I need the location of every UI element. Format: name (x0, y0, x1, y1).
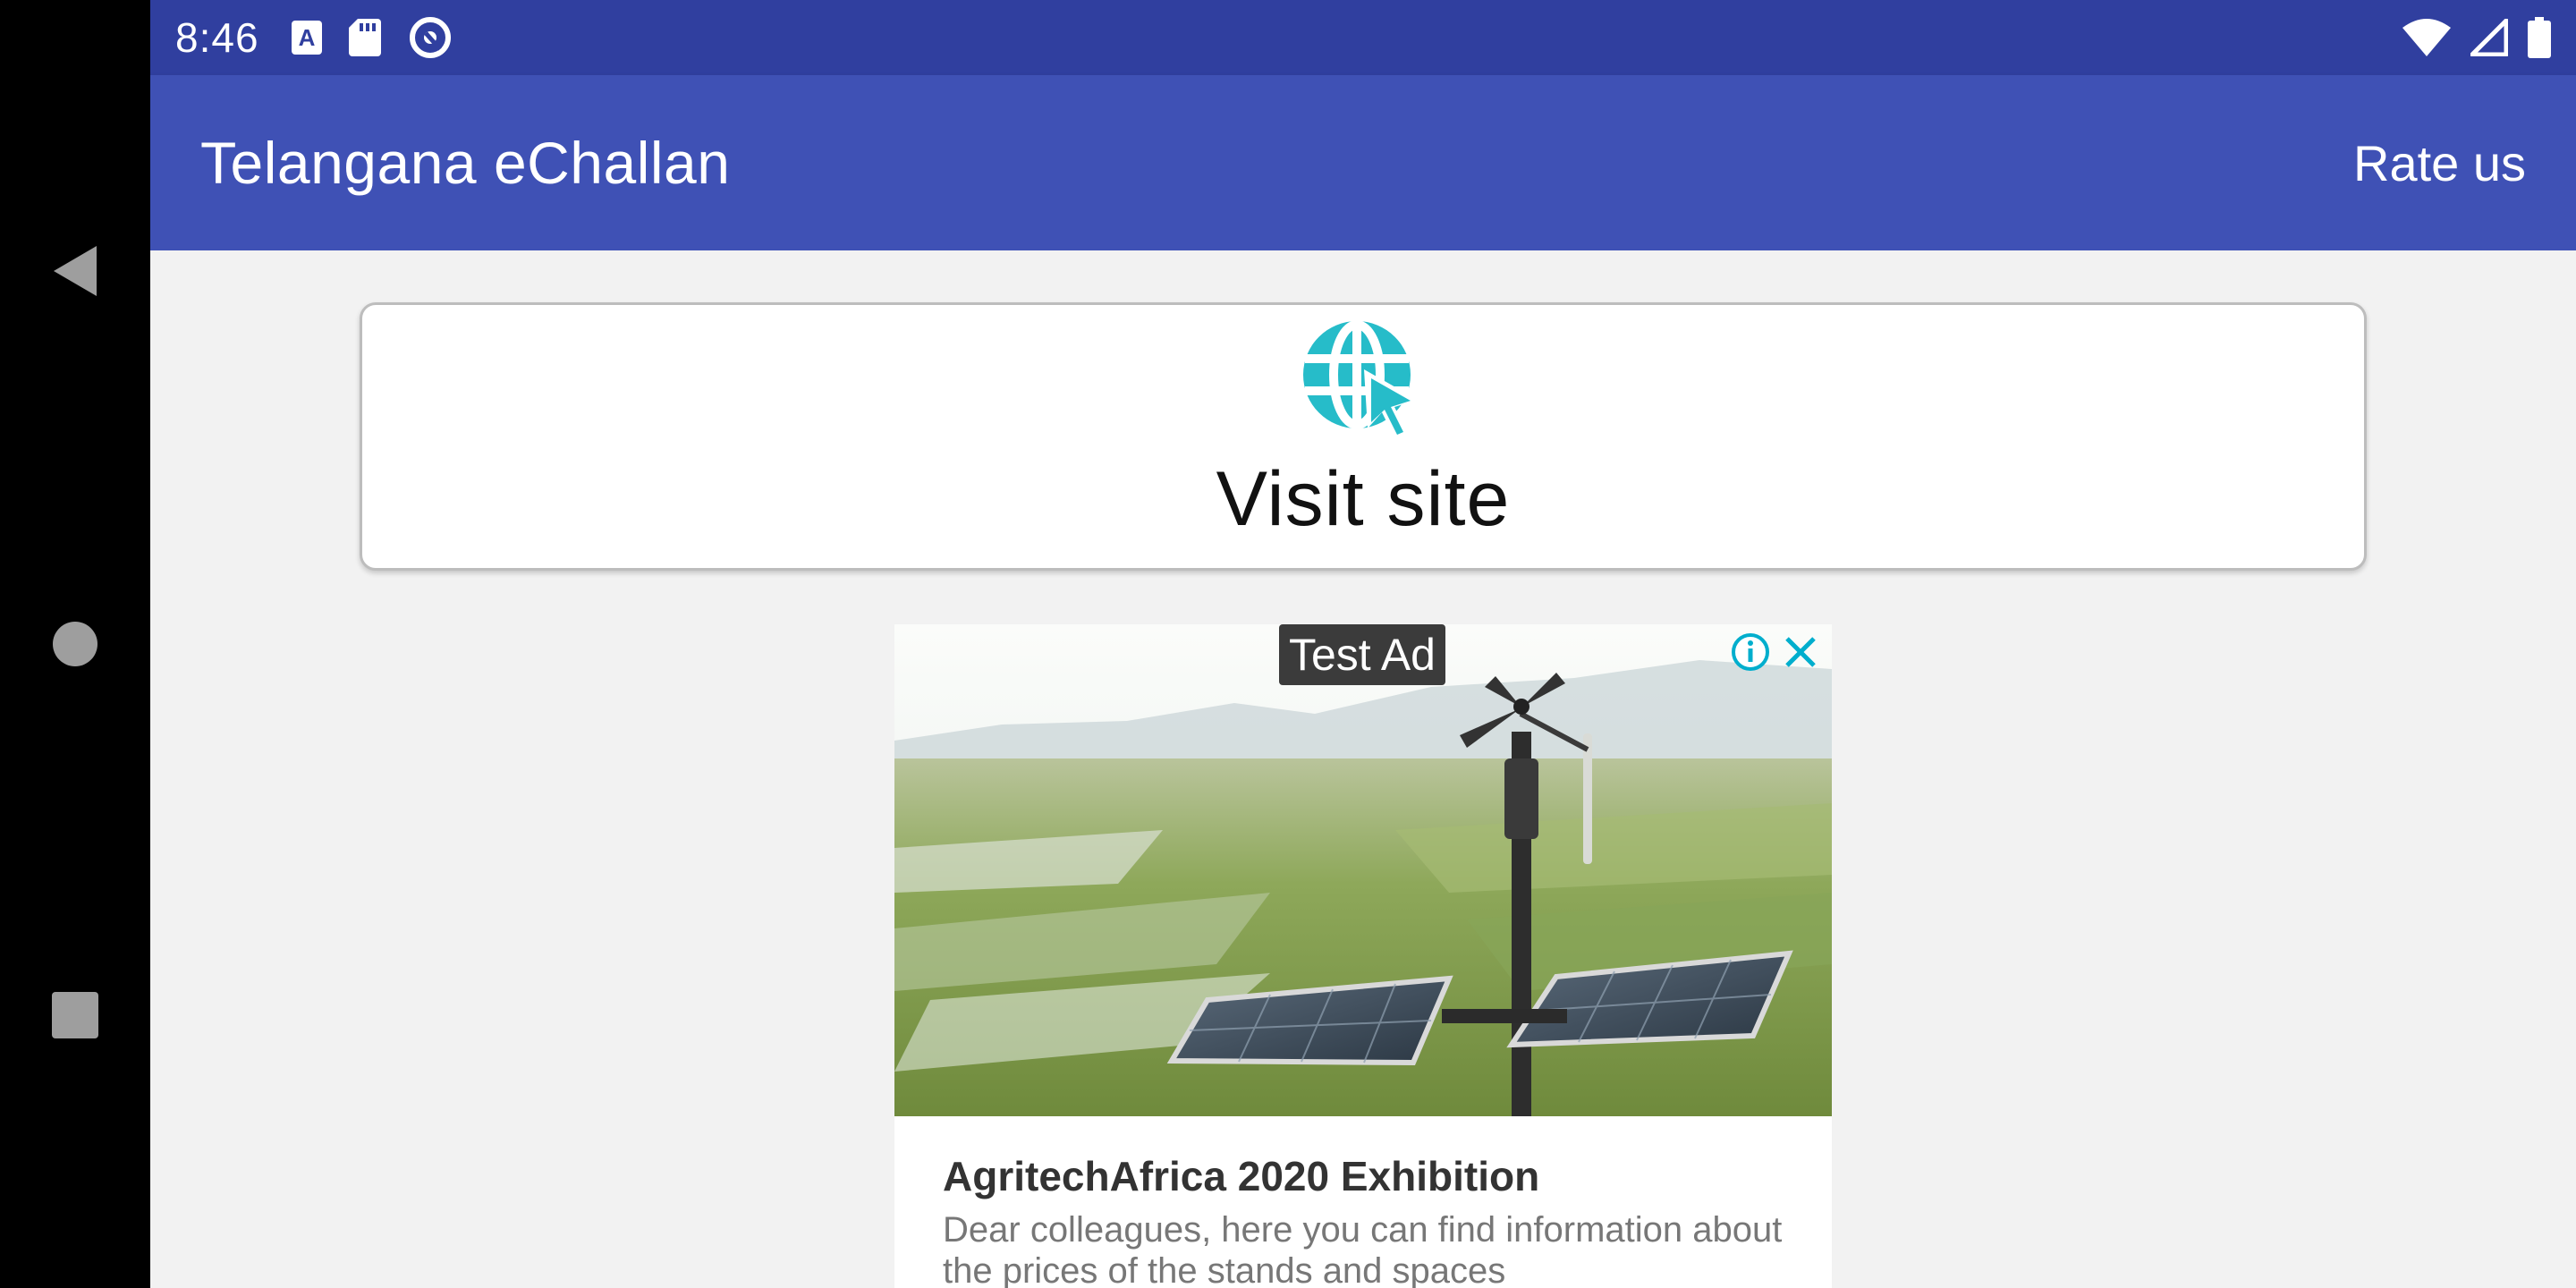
battery-icon (2528, 17, 2551, 58)
recents-icon (52, 992, 98, 1038)
ad-description: Dear colleagues, here you can find infor… (943, 1210, 1783, 1288)
main-content: Visit site Test Ad AgritechAfrica 2020 E… (150, 250, 2576, 1288)
rate-us-button[interactable]: Rate us (2353, 134, 2526, 192)
ad-illustration (894, 624, 1832, 1116)
ad-image: Test Ad (894, 624, 1832, 1116)
home-button[interactable] (0, 577, 150, 711)
app-bar: Telangana eChallan Rate us (150, 75, 2576, 250)
back-button[interactable] (0, 204, 150, 338)
home-icon (53, 622, 97, 666)
status-bar: 8:46 A (150, 0, 2576, 75)
ad-banner[interactable]: Test Ad AgritechAfrica 2020 Exhibition D… (894, 624, 1832, 1288)
recents-button[interactable] (0, 948, 150, 1082)
wifi-icon (2402, 19, 2451, 56)
close-icon[interactable] (1780, 631, 1821, 673)
visit-site-card[interactable]: Visit site (360, 302, 2367, 571)
test-ad-badge: Test Ad (1279, 624, 1445, 685)
app-title: Telangana eChallan (200, 130, 731, 196)
sync-circle-icon (409, 17, 451, 58)
sd-card-icon (348, 19, 381, 56)
back-icon (54, 246, 97, 296)
cell-signal-icon (2470, 19, 2508, 56)
visit-site-label: Visit site (1216, 456, 1511, 542)
svg-text:A: A (298, 24, 315, 51)
info-icon[interactable] (1730, 631, 1771, 673)
status-time: 8:46 (175, 14, 259, 61)
font-a-icon: A (291, 21, 322, 55)
ad-title: AgritechAfrica 2020 Exhibition (943, 1153, 1540, 1199)
status-notification-icons: A (291, 15, 453, 60)
status-system-icons (2402, 17, 2551, 58)
navigation-bar (0, 0, 150, 1288)
globe-cursor-icon (1303, 320, 1418, 441)
